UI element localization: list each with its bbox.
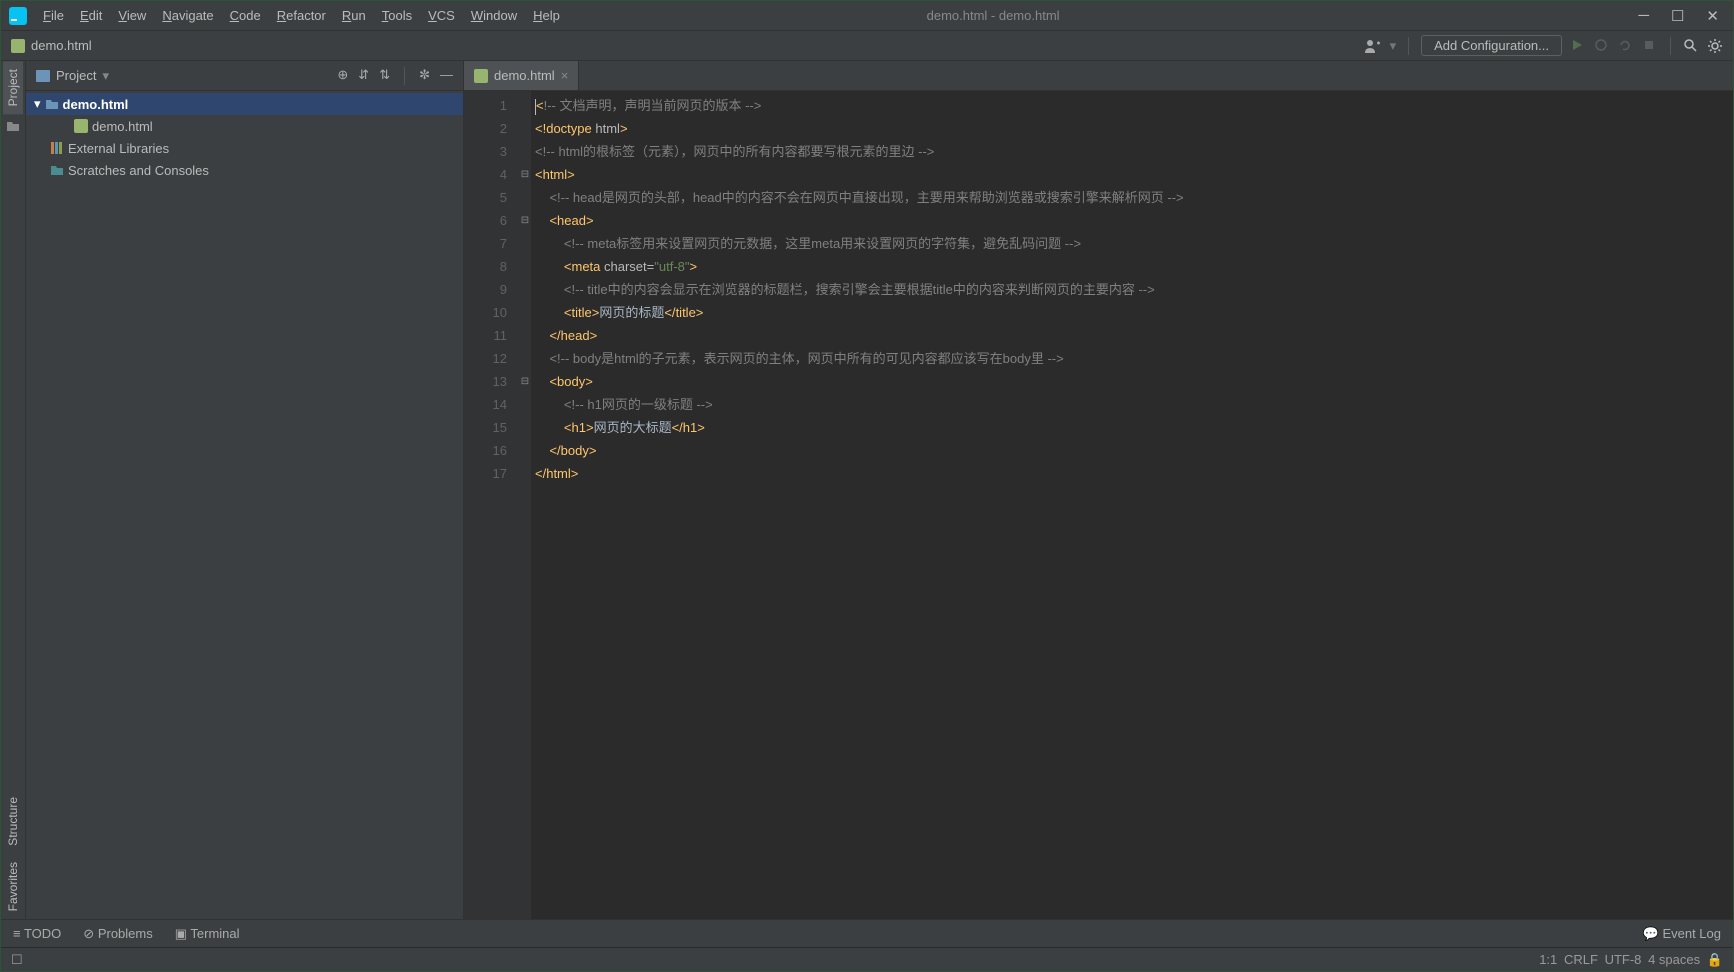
menu-file[interactable]: File — [35, 4, 72, 27]
rerun-icon[interactable] — [1618, 38, 1634, 54]
menu-code[interactable]: Code — [222, 4, 269, 27]
left-tool-rail: Project Structure Favorites — [1, 61, 26, 919]
indent-setting[interactable]: 4 spaces — [1648, 952, 1700, 967]
settings-icon[interactable] — [1707, 38, 1723, 54]
scratches-icon — [50, 163, 64, 177]
minimize-button[interactable]: ─ — [1638, 7, 1649, 25]
folder-icon — [45, 97, 59, 111]
tree-root[interactable]: ▾ demo.html — [26, 93, 463, 115]
html-file-icon — [74, 119, 88, 133]
user-icon[interactable] — [1364, 39, 1382, 53]
bottom-tool-bar: ≡ TODO ⊘ Problems ▣ Terminal 💬 Event Log — [1, 919, 1733, 947]
run-icon[interactable] — [1570, 38, 1586, 54]
fold-column[interactable]: ⊟⊟⊟ — [519, 91, 531, 919]
menu-window[interactable]: Window — [463, 4, 525, 27]
encoding[interactable]: UTF-8 — [1605, 952, 1642, 967]
menu-vcs[interactable]: VCS — [420, 4, 463, 27]
maximize-button[interactable]: ☐ — [1671, 7, 1684, 25]
problems-tool[interactable]: ⊘ Problems — [83, 926, 152, 942]
locate-icon[interactable]: ⊕ — [337, 67, 348, 85]
line-ending[interactable]: CRLF — [1564, 952, 1598, 967]
panel-hide-icon[interactable]: — — [440, 67, 453, 85]
close-button[interactable]: ✕ — [1706, 7, 1719, 25]
debug-icon[interactable] — [1594, 38, 1610, 54]
code-editor[interactable]: 1234567891011121314151617 ⊟⊟⊟ <!-- 文档声明，… — [464, 91, 1733, 919]
stop-icon[interactable] — [1642, 38, 1658, 54]
caret-position[interactable]: 1:1 — [1539, 952, 1557, 967]
separator — [1670, 37, 1671, 55]
app-logo-icon — [9, 7, 27, 25]
todo-tool[interactable]: ≡ TODO — [13, 926, 61, 941]
editor-area: demo.html × Analyzing... 123456789101112… — [464, 61, 1733, 919]
menu-view[interactable]: View — [110, 4, 154, 27]
quick-list-icon[interactable]: ☐ — [11, 952, 23, 968]
menu-run[interactable]: Run — [334, 4, 374, 27]
line-numbers: 1234567891011121314151617 — [464, 91, 519, 919]
window-title: demo.html - demo.html — [568, 8, 1639, 23]
breadcrumb-file[interactable]: demo.html — [31, 38, 92, 53]
project-icon — [36, 70, 50, 82]
project-panel-title[interactable]: Project ▾ — [36, 68, 109, 84]
project-panel: Project ▾ ⊕ ⇵ ⇅ ✼ — ▾ demo.html demo.htm… — [26, 61, 464, 919]
navigation-bar: demo.html ▾ Add Configuration... — [1, 31, 1733, 61]
favorites-tool-tab[interactable]: Favorites — [3, 854, 23, 919]
editor-tab[interactable]: demo.html × — [464, 61, 579, 90]
html-file-icon — [474, 69, 488, 83]
expand-all-icon[interactable]: ⇵ — [358, 67, 369, 85]
tree-scratches[interactable]: Scratches and Consoles — [26, 159, 463, 181]
terminal-tool[interactable]: ▣ Terminal — [175, 926, 240, 942]
tree-external-libraries[interactable]: External Libraries — [26, 137, 463, 159]
code-content[interactable]: <!-- 文档声明，声明当前网页的版本 --><!doctype html><!… — [531, 91, 1733, 919]
structure-tool-tab[interactable]: Structure — [3, 789, 23, 854]
readonly-lock-icon[interactable]: 🔒 — [1707, 952, 1723, 968]
close-tab-icon[interactable]: × — [561, 68, 569, 83]
menu-help[interactable]: Help — [525, 4, 568, 27]
menu-refactor[interactable]: Refactor — [269, 4, 334, 27]
panel-settings-icon[interactable]: ✼ — [419, 67, 430, 85]
separator — [1408, 37, 1409, 55]
add-configuration-button[interactable]: Add Configuration... — [1421, 35, 1562, 56]
menu-tools[interactable]: Tools — [374, 4, 420, 27]
tree-file[interactable]: demo.html — [26, 115, 463, 137]
search-icon[interactable] — [1683, 38, 1699, 54]
project-tree: ▾ demo.html demo.html External Libraries… — [26, 91, 463, 919]
collapse-all-icon[interactable]: ⇅ — [379, 67, 390, 85]
status-bar: ☐ 1:1 CRLF UTF-8 4 spaces 🔒 — [1, 947, 1733, 971]
libraries-icon — [50, 141, 64, 155]
event-log-tool[interactable]: 💬 Event Log — [1643, 926, 1721, 942]
html-file-icon — [11, 39, 25, 53]
menu-edit[interactable]: Edit — [72, 4, 110, 27]
project-tool-tab[interactable]: Project — [3, 61, 23, 114]
menu-navigate[interactable]: Navigate — [154, 4, 221, 27]
editor-tabs: demo.html × — [464, 61, 1733, 91]
folder-icon[interactable] — [6, 120, 20, 132]
menubar: FileEditViewNavigateCodeRefactorRunTools… — [1, 1, 1733, 31]
